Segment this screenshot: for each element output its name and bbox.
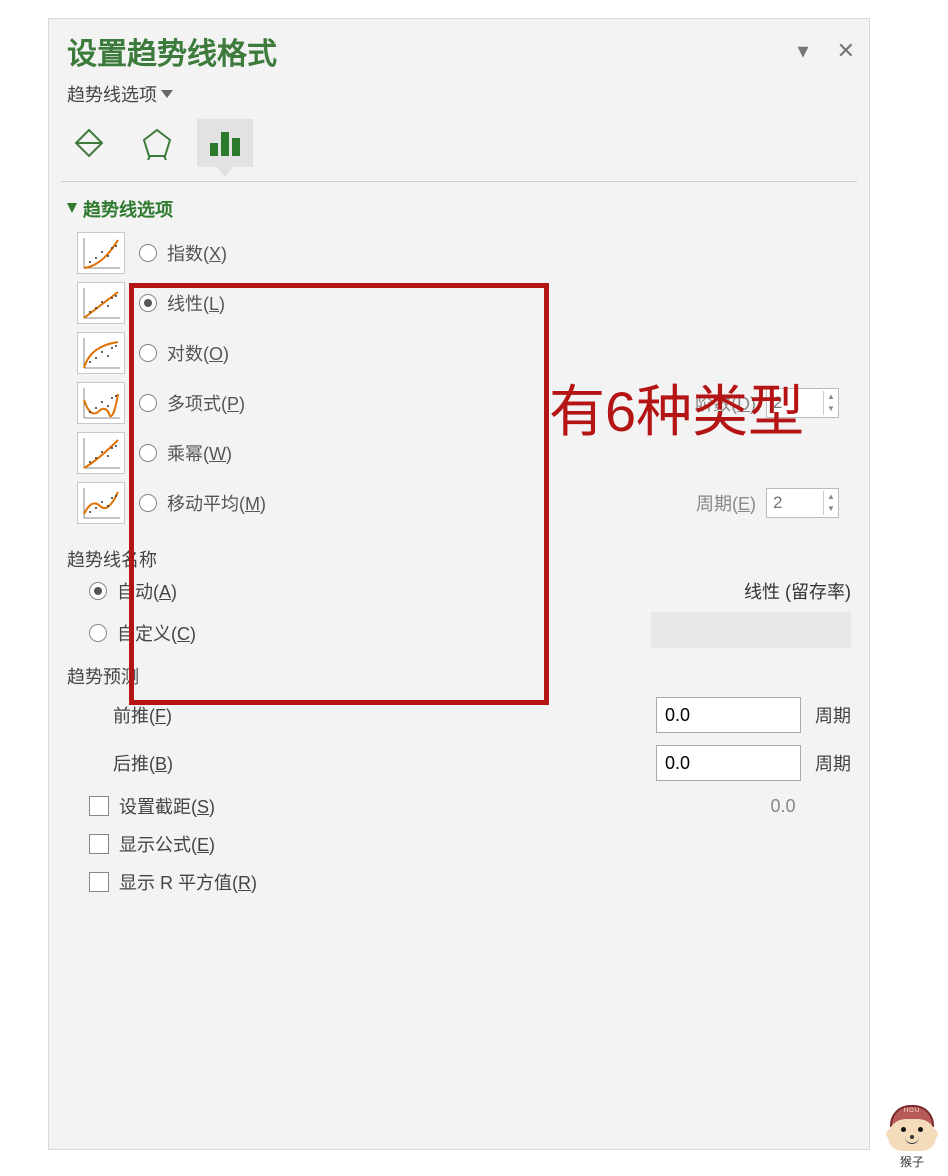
auto-label: 自动(A) [117,578,177,604]
trend-power-icon [77,432,125,474]
panel-title: 设置趋势线格式 [67,29,277,73]
radio-icon [139,244,157,262]
spinner-down-icon[interactable]: ▼ [824,403,838,415]
trend-type-poly-option[interactable]: 多项式(P) [139,390,245,416]
section-forecast: 趋势预测 [49,657,869,691]
expand-triangle-icon [67,199,77,220]
checkbox-icon [89,872,109,892]
trend-type-exp-option[interactable]: 指数(X) [139,240,227,266]
backward-label: 后推(B) [113,750,173,776]
trend-type-linear-option[interactable]: 线性(L) [139,290,225,316]
set-intercept-checkbox[interactable]: 设置截距(S) [89,793,215,819]
spinner-down-icon[interactable]: ▼ [824,503,838,515]
annotation-text: 有6种类型 [549,367,804,448]
custom-name-input[interactable] [651,612,851,648]
pentagon-icon [140,126,174,160]
trend-poly-icon [77,382,125,424]
watermark-text: 猴子 [882,1153,942,1170]
trend-type-moving-option[interactable]: 移动平均(M) [139,490,266,516]
intercept-value: 0.0 [715,796,851,817]
dropdown-label: 趋势线选项 [67,81,157,107]
effects-tab[interactable] [129,119,185,167]
name-auto-option[interactable]: 自动(A) [89,578,177,604]
forward-label: 前推(F) [113,702,172,728]
chevron-down-icon [161,90,173,98]
format-trendline-panel: 设置趋势线格式 ▾ ✕ 趋势线选项 [48,18,870,1150]
close-icon[interactable]: ✕ [837,38,855,64]
param-spinner[interactable]: 2▲▼ [766,488,839,518]
radio-icon [139,294,157,312]
trendline-options-tab[interactable] [197,119,253,167]
backward-unit: 周期 [815,750,851,776]
r2-label: 显示 R 平方值(R) [119,869,257,895]
radio-icon [139,394,157,412]
section-title: 趋势线选项 [83,196,173,222]
section-trendline-options[interactable]: 趋势线选项 [67,196,851,222]
radio-icon [139,494,157,512]
paint-bucket-icon [72,126,106,160]
custom-label: 自定义(C) [117,620,196,646]
display-equation-checkbox[interactable]: 显示公式(E) [89,831,215,857]
forward-unit: 周期 [815,702,851,728]
trend-linear-icon [77,282,125,324]
radio-icon [139,344,157,362]
checkbox-icon [89,796,109,816]
name-custom-option[interactable]: 自定义(C) [89,620,196,646]
monkey-icon: HOU [888,1105,936,1153]
radio-icon [89,624,107,642]
radio-icon [89,582,107,600]
intercept-label: 设置截距(S) [119,793,215,819]
trendline-options-dropdown[interactable]: 趋势线选项 [49,79,869,115]
section-trendline-name: 趋势线名称 [49,540,869,574]
display-r2-checkbox[interactable]: 显示 R 平方值(R) [89,869,257,895]
backward-input[interactable] [656,745,801,781]
trend-exp-icon [77,232,125,274]
trend-moving-icon [77,482,125,524]
spinner-up-icon[interactable]: ▲ [824,391,838,403]
spinner-up-icon[interactable]: ▲ [824,491,838,503]
divider [61,181,857,182]
panel-menu-chevron-icon[interactable]: ▾ [798,38,809,64]
trend-log-icon [77,332,125,374]
trend-type-power-option[interactable]: 乘幂(W) [139,440,232,466]
param-label: 周期(E) [696,490,756,516]
fill-line-tab[interactable] [61,119,117,167]
equation-label: 显示公式(E) [119,831,215,857]
bar-chart-icon [208,128,242,158]
radio-icon [139,444,157,462]
panel-header: 设置趋势线格式 ▾ ✕ [49,19,869,79]
auto-name-value: 线性 (留存率) [744,578,851,604]
forward-input[interactable] [656,697,801,733]
format-tabs [49,115,869,167]
trend-type-log-option[interactable]: 对数(O) [139,340,229,366]
watermark: HOU 猴子 [882,1105,942,1170]
checkbox-icon [89,834,109,854]
